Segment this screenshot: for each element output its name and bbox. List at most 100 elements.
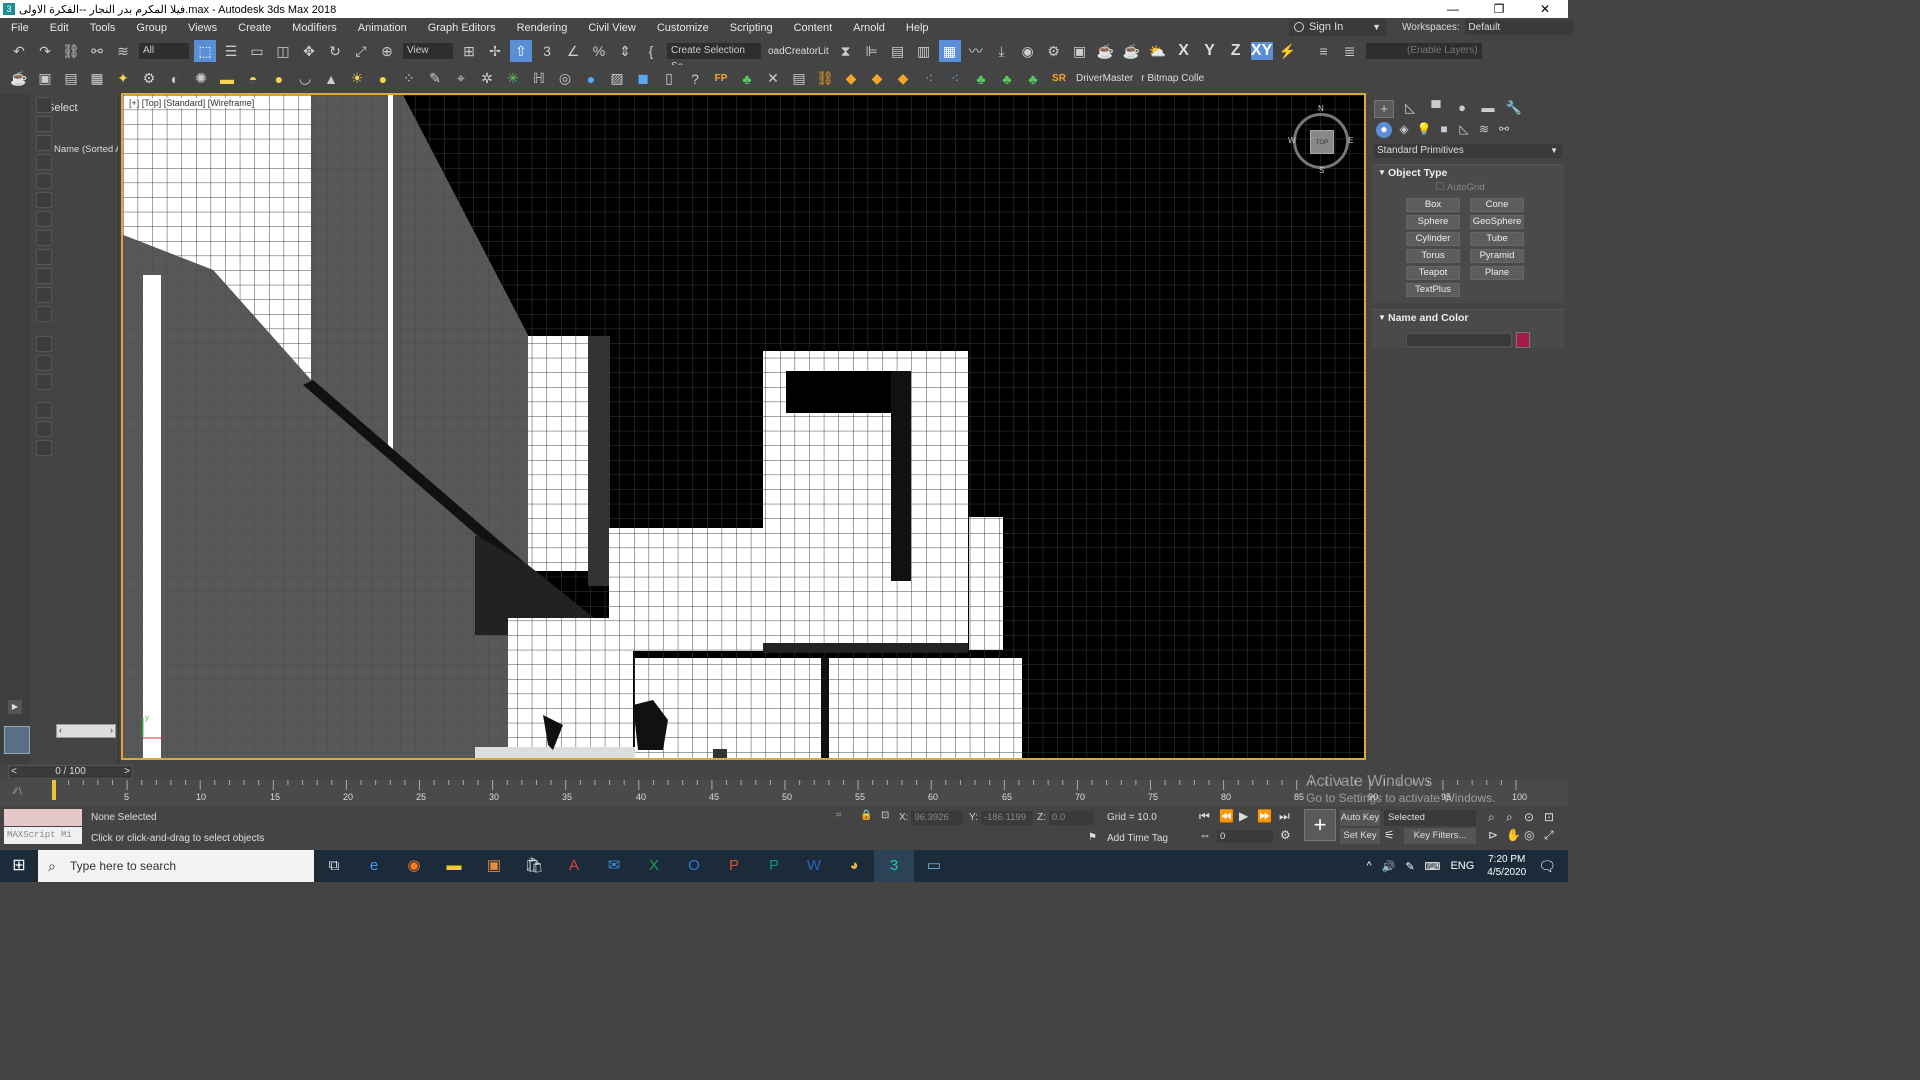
current-frame-field[interactable]: 0 <box>1217 830 1273 843</box>
menu-edit[interactable]: Edit <box>39 22 79 34</box>
object-name-input[interactable] <box>1406 333 1512 347</box>
gear-icon[interactable]: ⚙ <box>138 68 160 90</box>
filter-spacewarps-icon[interactable] <box>36 192 52 208</box>
list-icon[interactable]: ▤ <box>788 68 810 90</box>
x-coord-field[interactable]: 96.3926 <box>911 811 964 825</box>
layer-explorer-icon[interactable]: ▤ <box>887 40 909 62</box>
paint-icon[interactable]: ✎ <box>424 68 446 90</box>
notifications-icon[interactable]: 🗨 <box>1538 858 1556 875</box>
windows-start-icon[interactable]: ⊞ <box>0 850 38 882</box>
curve-editor-icon[interactable]: 〰 <box>965 40 987 62</box>
link-icon[interactable]: ⛓ <box>60 40 82 62</box>
publisher-icon[interactable]: P <box>754 850 794 882</box>
store-icon[interactable]: 🛍 <box>514 850 554 882</box>
edge-icon[interactable]: e <box>354 850 394 882</box>
forest-pack-icon[interactable]: FP <box>710 68 732 90</box>
enable-layers-field[interactable]: (Enable Layers) <box>1365 43 1482 59</box>
pan-icon[interactable]: ✋ <box>1506 828 1521 842</box>
box-button[interactable]: Box <box>1406 198 1460 212</box>
light-icon[interactable]: ✦ <box>112 68 134 90</box>
place-icon[interactable]: ⊕ <box>376 40 398 62</box>
railclone-2-icon[interactable]: ◆ <box>866 68 888 90</box>
bind-spacewarp-icon[interactable]: ≋ <box>112 40 134 62</box>
expand-arrow-icon[interactable]: ▶ <box>8 700 22 714</box>
sr-icon[interactable]: SR <box>1048 68 1070 90</box>
redo-icon[interactable]: ↷ <box>34 40 56 62</box>
time-tag-icon[interactable]: ⚑ <box>1088 832 1097 843</box>
move-icon[interactable]: ✥ <box>298 40 320 62</box>
named-selection-set[interactable]: Create Selection Se <box>667 43 761 72</box>
rendered-frame-icon[interactable]: ▣ <box>1069 40 1091 62</box>
systems-category-icon[interactable]: ⚯ <box>1496 122 1512 138</box>
drivermaster-label[interactable]: DriverMaster <box>1076 73 1133 84</box>
axis-x-button[interactable]: X <box>1173 42 1195 60</box>
auto-key-button[interactable]: Auto Key <box>1340 810 1380 826</box>
media-icon[interactable]: ▣ <box>474 850 514 882</box>
scroll-right-icon[interactable]: › <box>110 725 113 735</box>
axis-y-button[interactable]: Y <box>1199 42 1221 60</box>
select-manipulate-icon[interactable]: ✢ <box>484 40 506 62</box>
tray-expand-icon[interactable]: ^ <box>1366 860 1371 872</box>
access-icon[interactable]: A <box>554 850 594 882</box>
viewcube[interactable]: TOP N S E W <box>1288 104 1353 175</box>
filter-geometry-icon[interactable] <box>36 97 52 113</box>
window-crossing-icon[interactable]: ◫ <box>272 40 294 62</box>
scale-icon[interactable]: ⤢ <box>350 40 372 62</box>
spiral-icon[interactable]: ◎ <box>554 68 576 90</box>
sphere-prim-icon[interactable]: ● <box>268 68 290 90</box>
render-frame-icon[interactable]: ▣ <box>34 68 56 90</box>
object-color-swatch[interactable] <box>1516 332 1530 348</box>
ref-coord-dropdown[interactable]: View <box>403 43 453 59</box>
maxscript-mini-listener[interactable]: MAXScript Mi <box>4 827 82 844</box>
selection-filter[interactable]: All <box>139 43 189 59</box>
excel-icon[interactable]: X <box>634 850 674 882</box>
display-tab-icon[interactable]: ▬ <box>1478 100 1498 118</box>
word-icon[interactable]: W <box>794 850 834 882</box>
zoom-all-icon[interactable]: ⌕ <box>1506 810 1513 825</box>
chrome-icon[interactable]: ◕ <box>834 850 874 882</box>
utilities-tab-icon[interactable]: 🔧 <box>1504 100 1524 118</box>
hf-icon[interactable]: ℍ <box>528 68 550 90</box>
maxscript-listener[interactable] <box>4 809 82 826</box>
textplus-button[interactable]: TextPlus <box>1406 283 1460 297</box>
firefox-icon[interactable]: ◉ <box>394 850 434 882</box>
box-prim-icon[interactable]: ▬ <box>216 68 238 90</box>
file-explorer-icon[interactable]: ▬ <box>434 850 474 882</box>
viewcube-face[interactable]: TOP <box>1310 130 1334 154</box>
minimize-button[interactable]: — <box>1430 0 1476 18</box>
hierarchy-tab-icon[interactable]: ▀ <box>1426 100 1446 118</box>
filter-hidden-icon[interactable] <box>36 306 52 322</box>
time-slider[interactable]: < 0 / 100 > <box>8 765 133 779</box>
geometry-category-icon[interactable]: ● <box>1376 122 1392 138</box>
grass-icon[interactable]: ✳ <box>502 68 524 90</box>
filter-funnel-icon[interactable] <box>36 421 52 437</box>
spacewarps-category-icon[interactable]: ≋ <box>1476 122 1492 138</box>
menu-scripting[interactable]: Scripting <box>719 22 783 34</box>
plane-button[interactable]: Plane <box>1470 266 1524 280</box>
sun-icon[interactable]: ☀ <box>346 68 368 90</box>
edit-named-sets-icon[interactable]: { <box>640 40 662 62</box>
select-by-name-icon[interactable]: ☰ <box>220 40 242 62</box>
layers-2-icon[interactable]: ≣ <box>1339 40 1361 62</box>
tree-icon[interactable]: ♣ <box>736 68 758 90</box>
modify-tab-icon[interactable]: ◺ <box>1400 100 1420 118</box>
grid-icon[interactable]: ▤ <box>60 68 82 90</box>
previous-key-icon[interactable]: ⏪ <box>1219 809 1234 823</box>
render-iterative-icon[interactable]: ☕ <box>1121 40 1143 62</box>
key-mode-icon[interactable]: ⇔ <box>1199 828 1211 842</box>
mini-curve-editor-icon[interactable]: ⁄∕∖ <box>14 786 23 797</box>
horizontal-scrollbar[interactable]: ‹ › <box>56 724 116 738</box>
go-to-start-icon[interactable]: ⏮ <box>1199 809 1210 824</box>
display-invert-icon[interactable] <box>36 374 52 390</box>
isolate-icon[interactable]: ⌗ <box>836 810 842 821</box>
motion-tab-icon[interactable]: ● <box>1452 100 1472 118</box>
cylinder-button[interactable]: Cylinder <box>1406 232 1460 246</box>
spinner-snap-icon[interactable]: ⇕ <box>614 40 636 62</box>
shapes-category-icon[interactable]: ◈ <box>1396 122 1412 138</box>
filter-frozen-icon[interactable] <box>36 287 52 303</box>
z-coord-field[interactable]: 0.0 <box>1048 811 1093 825</box>
taskbar-clock[interactable]: 7:20 PM 4/5/2020 <box>1487 853 1526 879</box>
teapot-button[interactable]: Teapot <box>1406 266 1460 280</box>
go-to-end-icon[interactable]: ⏭ <box>1279 809 1290 824</box>
torus-button[interactable]: Torus <box>1406 249 1460 263</box>
